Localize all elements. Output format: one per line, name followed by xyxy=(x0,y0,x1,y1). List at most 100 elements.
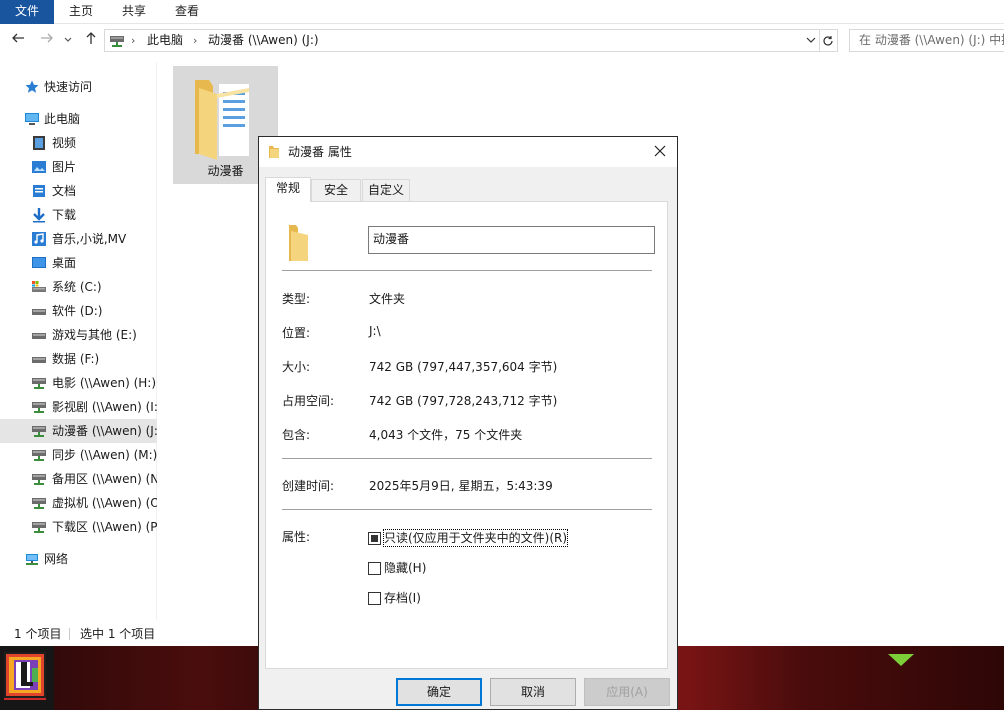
sidebar-item-label: 影视剧 (\\Awen) (I:) xyxy=(52,400,157,414)
sidebar-item-label: 下载区 (\\Awen) (P:) xyxy=(52,520,157,534)
dialog-title: 动漫番 属性 xyxy=(288,145,352,159)
navigation-pane: 快速访问 此电脑 视频 图片 文档 下载 音乐,小说,MV 桌面 系统 (C:)… xyxy=(0,62,157,620)
tab-security[interactable]: 安全 xyxy=(311,179,361,201)
arrow-right-icon xyxy=(41,33,53,43)
tab-home[interactable]: 主页 xyxy=(58,0,104,24)
sidebar-item-label: 音乐,小说,MV xyxy=(52,232,127,246)
divider xyxy=(282,458,652,459)
sidebar-item-label: 游戏与其他 (E:) xyxy=(52,328,137,342)
general-panel: 动漫番 类型: 文件夹 位置: J:\ 大小: 742 GB (797,447,… xyxy=(265,201,668,669)
sidebar-item-desktop[interactable]: 桌面 xyxy=(0,251,157,275)
tab-view[interactable]: 查看 xyxy=(164,0,210,24)
item-count: 1 个项目 xyxy=(14,627,62,641)
size-value: 742 GB (797,447,357,604 字节) xyxy=(369,360,558,374)
video-icon xyxy=(33,136,45,150)
refresh-icon xyxy=(823,36,833,46)
sidebar-item-label: 网络 xyxy=(44,552,69,566)
sidebar-item-drive-m[interactable]: 同步 (\\Awen) (M:) xyxy=(0,443,157,467)
selection-count: 选中 1 个项目 xyxy=(80,627,156,641)
ok-button[interactable]: 确定 xyxy=(396,678,482,706)
sidebar-item-drive-f[interactable]: 数据 (F:) xyxy=(0,347,157,371)
sidebar-item-drive-n[interactable]: 备用区 (\\Awen) (N:) xyxy=(0,467,157,491)
sidebar-item-drive-d[interactable]: 软件 (D:) xyxy=(0,299,157,323)
size-on-disk-label: 占用空间: xyxy=(282,394,335,408)
status-divider xyxy=(69,628,70,640)
address-dropdown-button[interactable] xyxy=(806,33,816,50)
folder-icon xyxy=(269,146,279,158)
ribbon: 文件 主页 共享 查看 xyxy=(0,0,1004,24)
created-value: 2025年5月9日, 星期五，5:43:39 xyxy=(369,479,553,493)
sidebar-item-drive-j[interactable]: 动漫番 (\\Awen) (J:) xyxy=(0,419,157,443)
tab-general[interactable]: 常规 xyxy=(265,177,311,202)
type-value: 文件夹 xyxy=(369,292,406,306)
attributes-label: 属性: xyxy=(282,530,311,544)
sidebar-item-label: 系统 (C:) xyxy=(52,280,102,294)
size-on-disk-value: 742 GB (797,728,243,712 字节) xyxy=(369,394,558,408)
app-logo-icon xyxy=(6,654,44,696)
sidebar-item-drive-i[interactable]: 影视剧 (\\Awen) (I:) xyxy=(0,395,157,419)
size-label: 大小: xyxy=(282,360,311,374)
recent-locations-button[interactable] xyxy=(61,31,75,51)
tab-share[interactable]: 共享 xyxy=(111,0,157,24)
sidebar-item-label: 快速访问 xyxy=(44,80,93,94)
network-drive-icon xyxy=(32,522,46,533)
status-bar: 1 个项目 选中 1 个项目 xyxy=(0,622,260,646)
sidebar-item-label: 图片 xyxy=(52,160,77,174)
up-button[interactable] xyxy=(81,31,101,51)
breadcrumb-current[interactable]: 动漫番 (\\Awen) (J:) xyxy=(208,30,319,51)
star-icon xyxy=(25,80,39,93)
cancel-button[interactable]: 取消 xyxy=(490,678,576,706)
sidebar-item-documents[interactable]: 文档 xyxy=(0,179,157,203)
checkbox-empty-icon xyxy=(368,592,381,605)
tab-file[interactable]: 文件 xyxy=(0,0,54,24)
chevron-down-icon xyxy=(64,37,72,42)
archive-label: 存档(I) xyxy=(384,591,421,605)
drive-icon xyxy=(32,309,46,315)
sidebar-item-drive-o[interactable]: 虚拟机 (\\Awen) (O:) xyxy=(0,491,157,515)
forward-button[interactable] xyxy=(37,31,57,51)
sidebar-item-network[interactable]: 网络 xyxy=(0,547,157,571)
hidden-label: 隐藏(H) xyxy=(384,561,427,575)
sidebar-item-label: 电影 (\\Awen) (H:) xyxy=(52,376,157,390)
sidebar-item-label: 同步 (\\Awen) (M:) xyxy=(52,448,157,462)
back-button[interactable] xyxy=(8,31,28,51)
sidebar-item-label: 备用区 (\\Awen) (N:) xyxy=(52,472,157,486)
sidebar-item-drive-h[interactable]: 电影 (\\Awen) (H:) xyxy=(0,371,157,395)
sidebar-item-label: 虚拟机 (\\Awen) (O:) xyxy=(52,496,157,510)
sidebar-item-drive-c[interactable]: 系统 (C:) xyxy=(0,275,157,299)
close-button[interactable] xyxy=(651,143,669,161)
network-drive-icon xyxy=(32,498,46,509)
sidebar-item-this-pc[interactable]: 此电脑 xyxy=(0,107,157,131)
breadcrumb-separator-icon: › xyxy=(131,34,136,47)
arrow-left-icon xyxy=(12,33,24,43)
sidebar-item-videos[interactable]: 视频 xyxy=(0,131,157,155)
sidebar-item-music[interactable]: 音乐,小说,MV xyxy=(0,227,157,251)
breadcrumb-this-pc[interactable]: 此电脑 xyxy=(147,30,183,51)
sidebar-item-drive-e[interactable]: 游戏与其他 (E:) xyxy=(0,323,157,347)
apply-button[interactable]: 应用(A) xyxy=(584,678,670,706)
network-drive-icon xyxy=(32,450,46,461)
search-input[interactable]: 在 动漫番 (\\Awen) (J:) 中搜 xyxy=(849,29,1004,52)
sidebar-item-label: 软件 (D:) xyxy=(52,304,103,318)
sidebar-item-pictures[interactable]: 图片 xyxy=(0,155,157,179)
sidebar-item-drive-p[interactable]: 下载区 (\\Awen) (P:) xyxy=(0,515,157,539)
sidebar-item-downloads[interactable]: 下载 xyxy=(0,203,157,227)
taskbar-app-button[interactable] xyxy=(4,652,46,700)
sidebar-item-quick-access[interactable]: 快速访问 xyxy=(0,75,157,99)
divider xyxy=(282,270,652,271)
tab-customize[interactable]: 自定义 xyxy=(362,179,410,201)
network-drive-icon xyxy=(32,402,46,413)
divider xyxy=(282,509,652,510)
system-drive-icon xyxy=(32,281,46,292)
sidebar-item-label: 文档 xyxy=(52,184,77,198)
network-drive-icon xyxy=(32,426,46,437)
address-bar[interactable]: › 此电脑 › 动漫番 (\\Awen) (J:) xyxy=(104,29,820,52)
sidebar-item-label: 下载 xyxy=(52,208,77,222)
folder-name-input[interactable]: 动漫番 xyxy=(368,226,655,254)
breadcrumb-separator-icon: › xyxy=(193,34,198,47)
checkbox-empty-icon xyxy=(368,562,381,575)
location-label: 位置: xyxy=(282,326,311,340)
pictures-icon xyxy=(32,161,46,173)
refresh-button[interactable] xyxy=(819,29,838,52)
download-arrow-icon xyxy=(33,208,45,223)
